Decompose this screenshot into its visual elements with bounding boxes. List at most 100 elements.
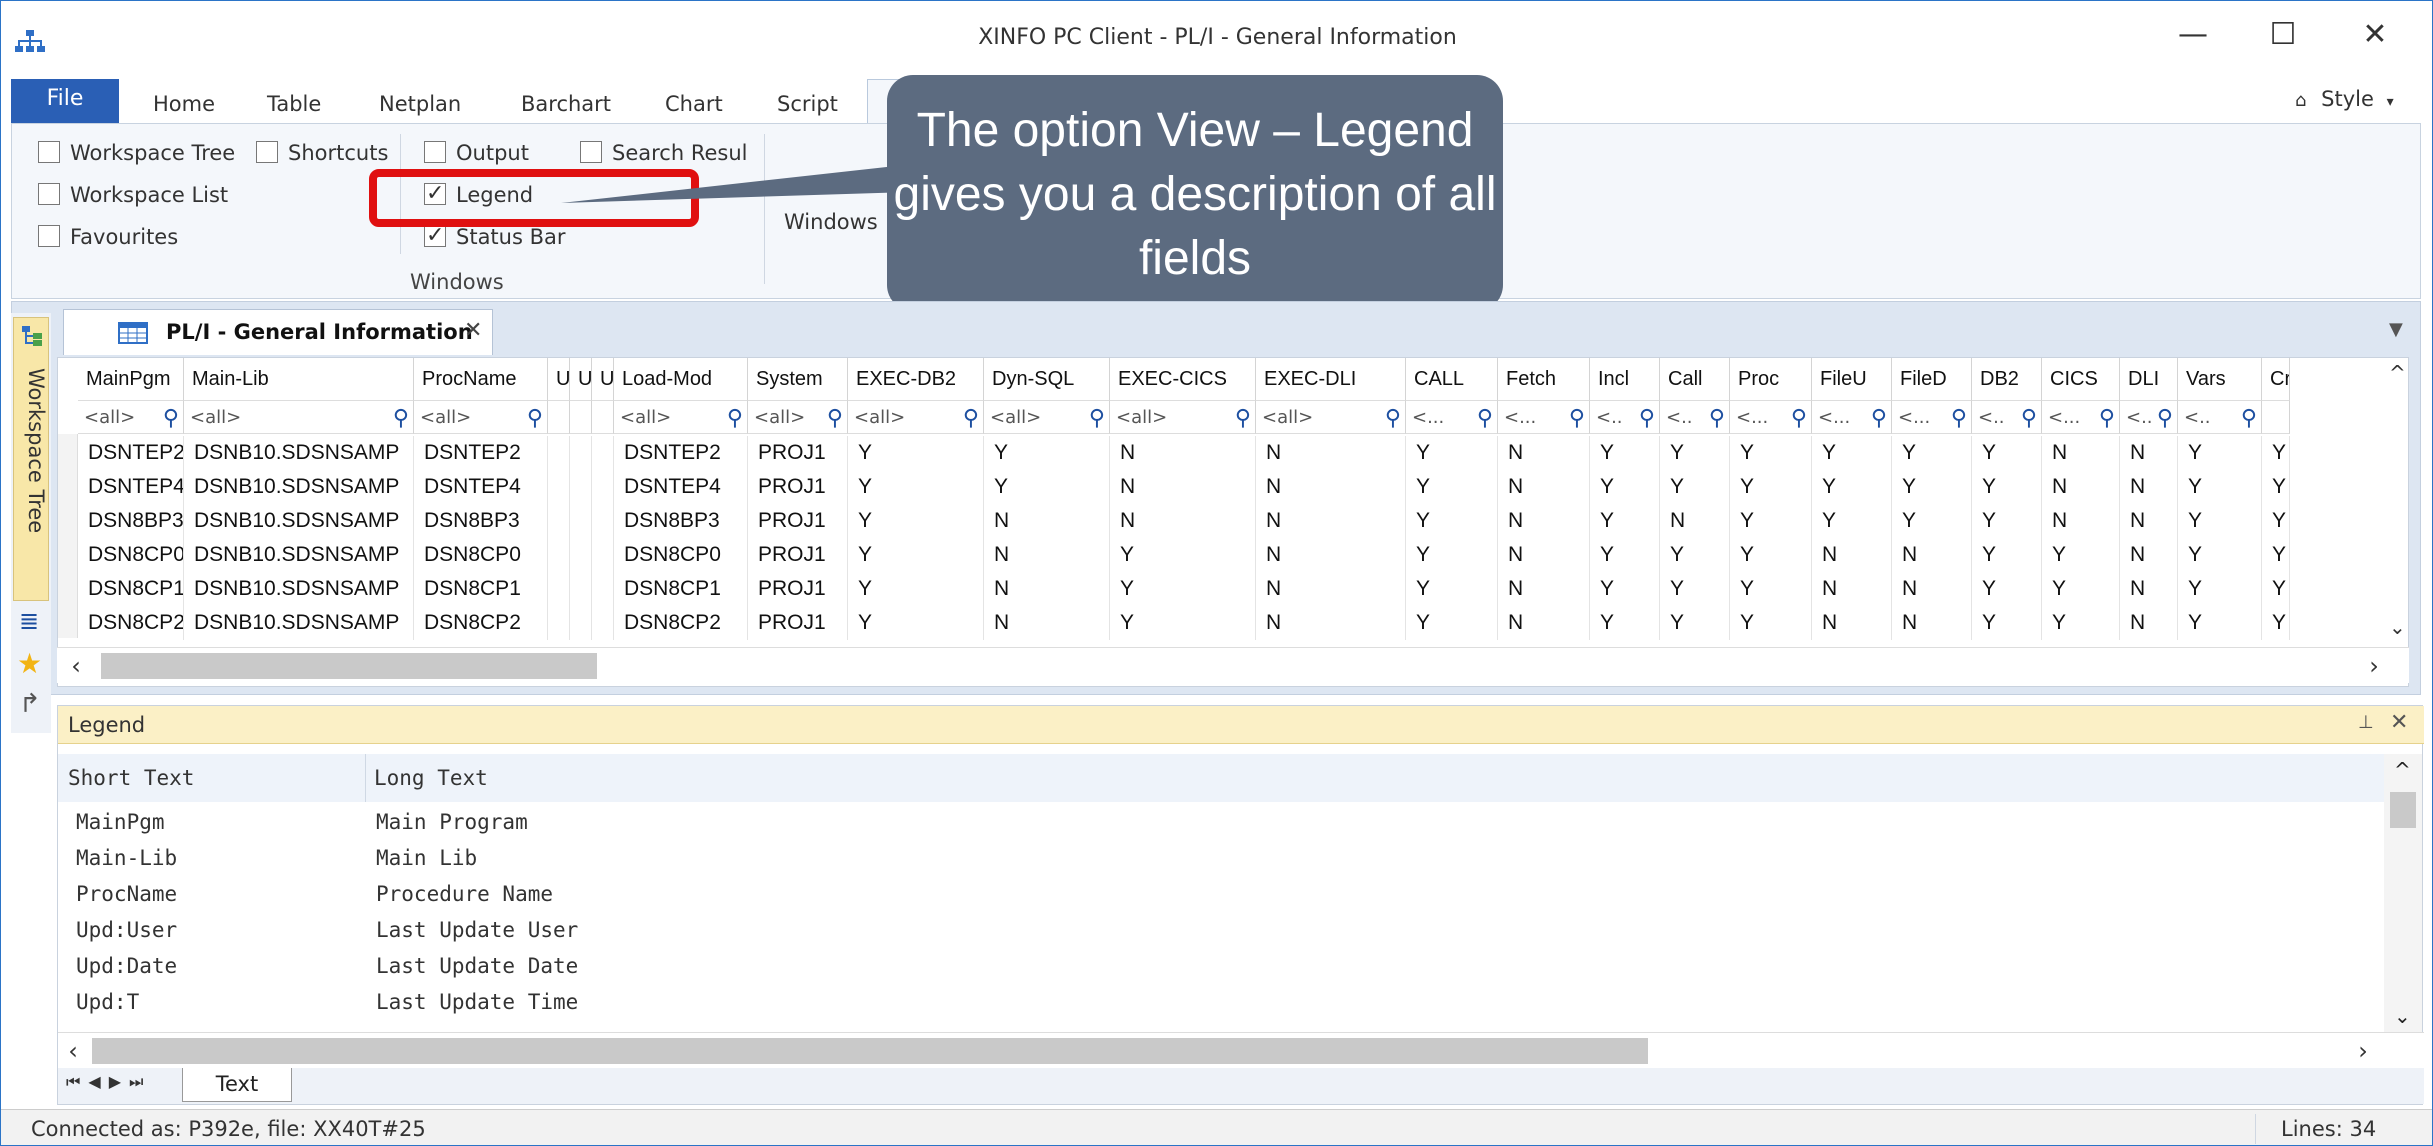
table-cell[interactable]: N (1256, 538, 1406, 572)
table-cell[interactable]: N (1812, 606, 1892, 640)
table-cell[interactable]: Y (984, 436, 1110, 470)
table-cell[interactable]: Y (2178, 538, 2262, 572)
tab-list-chevron-icon[interactable]: ▼ (2389, 319, 2403, 340)
checkbox-box[interactable] (38, 225, 60, 247)
table-cell[interactable]: Y (2178, 504, 2262, 538)
table-cell[interactable] (592, 606, 614, 640)
table-cell[interactable]: Y (2262, 436, 2290, 470)
legend-vertical-scrollbar[interactable]: ^ ⌄ (2384, 754, 2422, 1050)
output-checkbox[interactable]: Output (424, 138, 529, 168)
legend-row[interactable]: ProcName Procedure Name (58, 876, 2384, 912)
table-cell[interactable]: N (2120, 436, 2178, 470)
table-cell[interactable]: Y (848, 572, 984, 606)
table-cell[interactable]: N (2120, 606, 2178, 640)
column-header[interactable]: U (592, 358, 614, 400)
column-filter[interactable] (592, 400, 614, 434)
table-cell[interactable] (570, 572, 592, 606)
table-cell[interactable]: DSN8CP0 (78, 538, 184, 572)
table-cell[interactable]: Y (2262, 572, 2290, 606)
document-tab-close-icon[interactable]: ✕ (464, 318, 482, 343)
table-cell[interactable]: Y (848, 470, 984, 504)
legend-row[interactable]: Main-Lib Main Lib (58, 840, 2384, 876)
column-header[interactable]: Dyn-SQL (984, 358, 1110, 400)
filter-search-icon[interactable]: ⚲ (1089, 402, 1105, 433)
table-cell[interactable]: Y (1110, 538, 1256, 572)
tab-home[interactable]: Home (147, 87, 221, 121)
table-cell[interactable]: N (1498, 572, 1590, 606)
minimize-button[interactable]: — (2163, 15, 2223, 55)
tab-file[interactable]: File (11, 79, 119, 123)
list-icon[interactable]: ≣ (19, 607, 39, 635)
table-cell[interactable]: Y (2178, 572, 2262, 606)
table-cell[interactable]: PROJ1 (748, 470, 848, 504)
table-cell[interactable]: DSNTEP2 (414, 436, 548, 470)
table-cell[interactable]: Y (1812, 470, 1892, 504)
legend-row[interactable]: Upd:T Last Update Time (58, 984, 2384, 1020)
favourites-checkbox[interactable]: Favourites (38, 222, 178, 252)
table-cell[interactable]: DSN8BP3 (414, 504, 548, 538)
table-cell[interactable]: DSN8CP1 (414, 572, 548, 606)
table-cell[interactable]: Y (848, 538, 984, 572)
table-cell[interactable]: Y (2042, 572, 2120, 606)
table-cell[interactable]: N (984, 572, 1110, 606)
style-menu[interactable]: ⌂ Style ▾ (2295, 87, 2394, 111)
table-cell[interactable]: Y (1812, 504, 1892, 538)
table-cell[interactable]: N (1892, 538, 1972, 572)
table-cell[interactable]: DSN8CP1 (78, 572, 184, 606)
maximize-button[interactable]: ☐ (2253, 15, 2313, 55)
grid-scroll-up-icon[interactable]: ^ (2389, 361, 2406, 385)
column-header[interactable]: System (748, 358, 848, 400)
share-arrow-icon[interactable]: ↱ (19, 689, 41, 719)
column-filter[interactable] (548, 400, 570, 434)
column-filter[interactable]: <all> ⚲ (1256, 400, 1406, 434)
table-cell[interactable]: Y (2262, 470, 2290, 504)
column-filter[interactable]: <all> ⚲ (748, 400, 848, 434)
column-filter[interactable]: <... ⚲ (1730, 400, 1812, 434)
table-cell[interactable]: N (1110, 470, 1256, 504)
table-cell[interactable]: N (1498, 504, 1590, 538)
tab-script[interactable]: Script (771, 87, 844, 121)
table-cell[interactable]: N (2042, 504, 2120, 538)
table-cell[interactable]: DSN8CP2 (414, 606, 548, 640)
column-header[interactable]: U (570, 358, 592, 400)
table-cell[interactable]: N (1498, 470, 1590, 504)
column-filter[interactable]: <... ⚲ (1812, 400, 1892, 434)
legend-close-icon[interactable]: ✕ (2390, 710, 2408, 735)
table-cell[interactable]: Y (848, 606, 984, 640)
filter-search-icon[interactable]: ⚲ (2241, 402, 2257, 433)
table-cell[interactable] (548, 572, 570, 606)
table-cell[interactable]: DSNB10.SDSNSAMP (184, 538, 414, 572)
column-header[interactable]: Cr (2262, 358, 2290, 400)
table-cell[interactable]: Y (1406, 572, 1498, 606)
table-cell[interactable]: Y (1590, 572, 1660, 606)
legend-header-long[interactable]: Long Text (366, 754, 2384, 802)
column-header[interactable]: DB2 (1972, 358, 2042, 400)
table-cell[interactable]: Y (2262, 538, 2290, 572)
tab-table[interactable]: Table (261, 87, 327, 121)
column-header[interactable]: Vars (2178, 358, 2262, 400)
table-cell[interactable]: N (2120, 538, 2178, 572)
table-cell[interactable] (570, 606, 592, 640)
column-filter[interactable]: <... ⚲ (1406, 400, 1498, 434)
column-filter[interactable]: <.. ⚲ (1660, 400, 1730, 434)
table-cell[interactable]: Y (1730, 436, 1812, 470)
table-cell[interactable]: N (2042, 436, 2120, 470)
scroll-thumb[interactable] (92, 1038, 1648, 1064)
filter-search-icon[interactable]: ⚲ (393, 402, 409, 433)
table-cell[interactable]: Y (1972, 572, 2042, 606)
table-cell[interactable]: N (1256, 572, 1406, 606)
filter-search-icon[interactable]: ⚲ (1235, 402, 1251, 433)
column-header[interactable]: EXEC-DB2 (848, 358, 984, 400)
column-header[interactable]: Call (1660, 358, 1730, 400)
column-filter[interactable]: <all> ⚲ (78, 400, 184, 434)
table-cell[interactable]: Y (984, 470, 1110, 504)
checkbox-box[interactable] (424, 141, 446, 163)
table-cell[interactable] (592, 436, 614, 470)
column-header[interactable]: FileU (1812, 358, 1892, 400)
scroll-thumb[interactable] (2390, 792, 2416, 828)
table-cell[interactable] (548, 538, 570, 572)
legend-row[interactable]: Upd:Date Last Update Date (58, 948, 2384, 984)
checkbox-box[interactable] (38, 141, 60, 163)
table-cell[interactable]: N (2120, 572, 2178, 606)
table-cell[interactable]: N (1812, 572, 1892, 606)
